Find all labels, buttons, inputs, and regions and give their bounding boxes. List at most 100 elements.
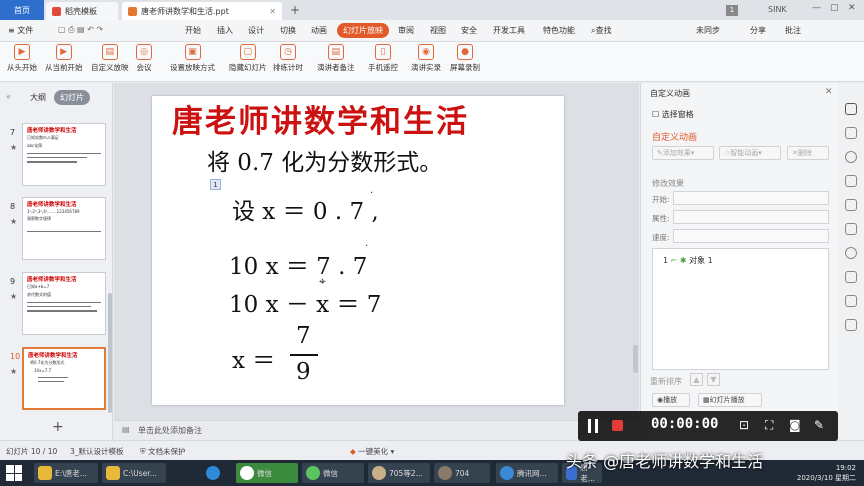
select-pane-button[interactable]: ☐ 选择窗格 <box>652 109 694 120</box>
quick-access-icons[interactable]: ▢ ⎙ ▤ ↶ ↷ <box>58 25 103 35</box>
beautify-button[interactable]: ◆ 一键美化 ▾ <box>350 446 394 457</box>
equation-line-2[interactable]: 10 x ＝ 7 . 7 <box>229 247 367 281</box>
taskbar-item[interactable]: 704 <box>434 463 490 483</box>
speed-select[interactable] <box>673 229 829 243</box>
taskbar-item[interactable]: 705等2... <box>368 463 430 483</box>
taskbar-item[interactable] <box>202 463 228 483</box>
custom-show-button[interactable]: ▤ 自定义放映 <box>91 44 129 73</box>
tab-template[interactable]: 稻壳模板 <box>46 2 118 20</box>
menu-developer[interactable]: 开发工具 <box>493 25 525 36</box>
animation-tag[interactable]: 1 <box>210 179 221 190</box>
meeting-button[interactable]: ◎ 会议 <box>136 44 152 73</box>
notes-placeholder[interactable]: 单击此处添加备注 <box>138 425 202 436</box>
slide-canvas[interactable]: 唐老师讲数学和生活 将 0.7 化为分数形式。 · 1 设 x ＝ 0 . 7 … <box>152 96 564 405</box>
taskbar-item[interactable]: 腾讯网... <box>496 463 558 483</box>
menu-design[interactable]: 设计 <box>248 25 264 36</box>
crop-icon[interactable]: ⛶ <box>765 418 773 433</box>
side-tool-icon[interactable] <box>845 295 857 307</box>
notes-bar[interactable]: ▤ 单击此处添加备注 <box>114 420 639 440</box>
play-from-current-button[interactable]: ▶ 从当前开始 <box>45 44 83 73</box>
side-tool-icon[interactable] <box>845 151 857 163</box>
camera-icon[interactable]: ◙ <box>789 418 801 432</box>
taskbar-item[interactable]: C:\User... <box>102 463 166 483</box>
thumb-line <box>27 153 101 155</box>
close-icon[interactable]: ✕ <box>848 3 856 13</box>
move-down-icon[interactable]: ▼ <box>707 373 720 386</box>
system-clock[interactable]: 19:02 2020/3/10 星期二 <box>797 463 856 483</box>
thumb-scrollbar[interactable] <box>108 293 112 413</box>
search-button[interactable]: ⌕查找 <box>591 25 611 36</box>
problem-text[interactable]: 将 0.7 化为分数形式。 <box>207 143 442 177</box>
new-tab-icon[interactable]: + <box>290 3 300 17</box>
side-tool-icon[interactable] <box>845 319 857 331</box>
slides-tab[interactable]: 幻灯片 <box>54 90 90 105</box>
slide-thumbnail[interactable]: 唐老师讲数学和生活 1²,2²,3²,4²,……123456789 观察数字规律 <box>22 197 106 260</box>
side-tool-icon[interactable] <box>845 199 857 211</box>
hide-slide-button[interactable]: ▢ 隐藏幻灯片 <box>229 44 267 73</box>
tab-home[interactable]: 首页 <box>0 0 44 20</box>
add-slide-icon[interactable]: + <box>52 419 64 435</box>
rehearse-button[interactable]: ◷ 排练计时 <box>273 44 303 73</box>
side-tool-icon[interactable] <box>845 223 857 235</box>
slide-title[interactable]: 唐老师讲数学和生活 <box>172 96 469 141</box>
slide-thumbnail[interactable]: 唐老师讲数学和生活 已知实数m,n满足 abc化简 <box>22 123 106 186</box>
delete-effect-button[interactable]: ✕ 删除 <box>787 146 829 160</box>
slide-thumbnail[interactable]: 唐老师讲数学和生活 已知a+b=7 求代数式的值 <box>22 272 106 335</box>
add-effect-button[interactable]: ✎ 添加效果 ▾ <box>652 146 714 160</box>
sync-status[interactable]: 未同步 <box>696 25 720 36</box>
smart-animation-button[interactable]: ☆ 智能动画 ▾ <box>719 146 781 160</box>
speaker-notes-button[interactable]: ▤ 演讲者备注 <box>317 44 355 73</box>
menu-security[interactable]: 安全 <box>461 25 477 36</box>
property-select[interactable] <box>673 210 829 224</box>
menu-start[interactable]: 开始 <box>185 25 201 36</box>
play-from-start-button[interactable]: ▶ 从头开始 <box>7 44 37 73</box>
user-name[interactable]: SINK <box>768 5 787 14</box>
move-up-icon[interactable]: ▲ <box>690 373 703 386</box>
slide-scrollbar[interactable] <box>633 345 638 373</box>
side-tool-icon[interactable] <box>845 103 857 115</box>
record-speech-button[interactable]: ◉ 演讲实录 <box>411 44 441 73</box>
stop-icon[interactable] <box>612 420 623 431</box>
protect-status[interactable]: ⛨ 文档未保护 <box>140 446 186 457</box>
show-settings-button[interactable]: ▣ 设置放映方式 <box>170 44 215 73</box>
start-select[interactable] <box>673 191 829 205</box>
equation-line-3[interactable]: 10 x － x ＝ 7 <box>229 285 381 319</box>
share-button[interactable]: 分享 <box>750 25 766 36</box>
taskbar-item[interactable]: 微信 <box>236 463 298 483</box>
panel-close-icon[interactable]: ✕ <box>825 87 833 97</box>
taskbar-item[interactable]: 微信 <box>302 463 364 483</box>
side-tool-icon[interactable] <box>845 127 857 139</box>
phone-remote-button[interactable]: ▯ 手机遥控 <box>368 44 398 73</box>
pen-icon[interactable]: ✎ <box>814 418 824 432</box>
play-animation-button[interactable]: ◉ 播放 <box>652 393 690 407</box>
outline-tab[interactable]: 大纲 <box>30 92 46 103</box>
windows-start-icon[interactable] <box>6 465 22 481</box>
menu-review[interactable]: 审阅 <box>398 25 414 36</box>
menu-insert[interactable]: 插入 <box>217 25 233 36</box>
side-tool-icon[interactable] <box>845 247 857 259</box>
menu-transition[interactable]: 切换 <box>280 25 296 36</box>
close-tab-icon[interactable]: ✕ <box>269 7 276 16</box>
animation-list-item[interactable]: 1 ⌐ ✱ 对象 1 <box>663 255 713 266</box>
menu-animation[interactable]: 动画 <box>311 25 327 36</box>
slide-thumbnail-selected[interactable]: 唐老师讲数学和生活 将0.7化为分数形式 10x=7.7 <box>22 347 106 410</box>
collapse-pane-icon[interactable]: « <box>6 92 11 101</box>
screen-record-button[interactable]: ● 屏幕录制 <box>450 44 480 73</box>
file-menu[interactable]: ≡ 文件 <box>8 25 33 36</box>
focus-icon[interactable]: ⊡ <box>739 418 749 432</box>
minimize-icon[interactable]: — <box>812 3 821 13</box>
maximize-icon[interactable]: ▢ <box>830 3 839 13</box>
equation-line-4[interactable]: x ＝ <box>232 341 275 375</box>
equation-line-1[interactable]: 设 x ＝ 0 . 7 , <box>232 192 379 226</box>
menu-slideshow[interactable]: 幻灯片放映 <box>337 23 389 38</box>
menu-view[interactable]: 视图 <box>430 25 446 36</box>
side-tool-icon[interactable] <box>845 271 857 283</box>
side-tool-icon[interactable] <box>845 175 857 187</box>
menu-features[interactable]: 特色功能 <box>543 25 575 36</box>
comment-button[interactable]: 批注 <box>785 25 801 36</box>
taskbar-item[interactable]: E:\唐老... <box>34 463 98 483</box>
tab-document[interactable]: 唐老师讲数学和生活.ppt ✕ <box>122 2 282 20</box>
slideshow-play-button[interactable]: ▦ 幻灯片播放 <box>698 393 762 407</box>
pause-icon[interactable] <box>588 419 598 433</box>
theme-name[interactable]: 3_默认设计模板 <box>70 446 124 457</box>
